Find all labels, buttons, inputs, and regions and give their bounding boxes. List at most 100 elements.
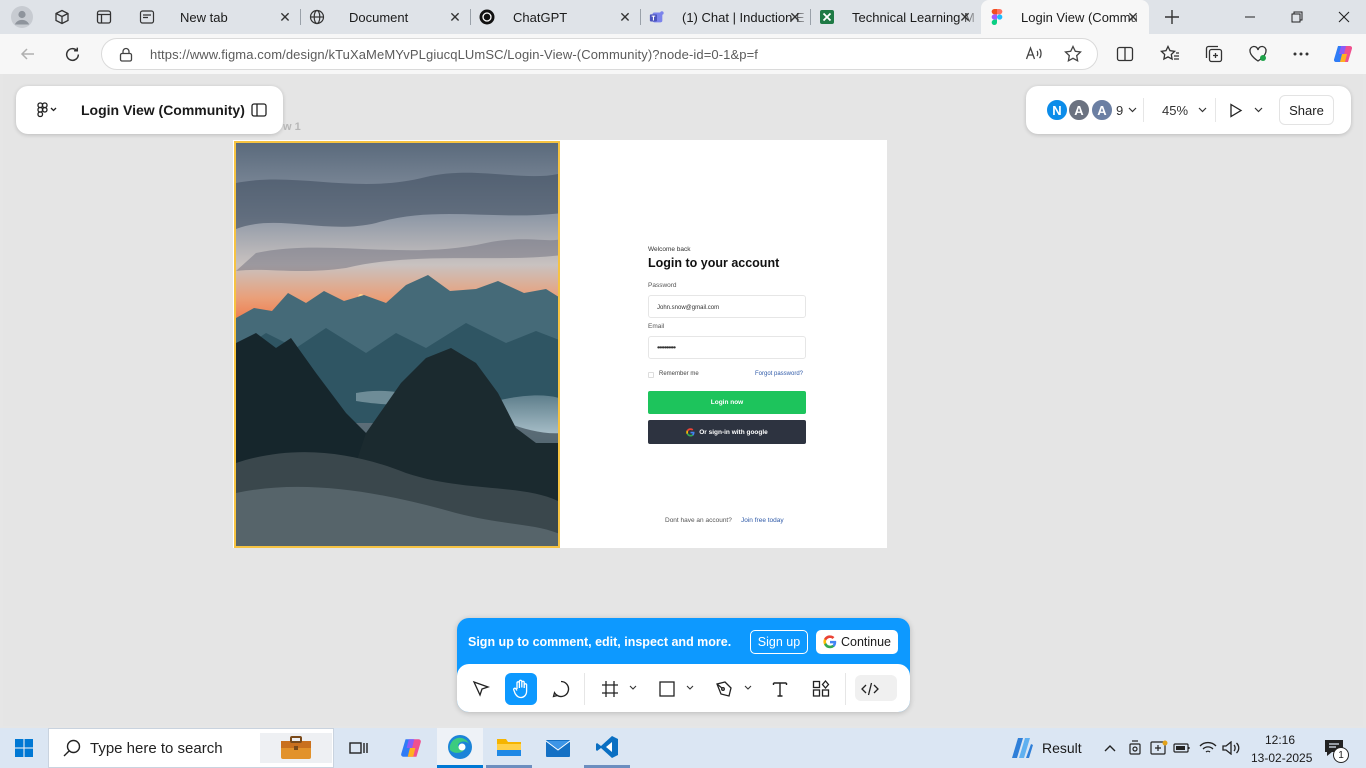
new-tab-plus-icon[interactable] — [1160, 6, 1184, 28]
avatar[interactable]: N — [1045, 98, 1069, 122]
tab-figma-active[interactable]: Login View (Commu ✕ — [981, 0, 1149, 34]
divider — [584, 673, 585, 705]
password-label: Password — [648, 282, 677, 289]
chevron-down-icon[interactable] — [1196, 104, 1208, 116]
tab-teams-chat[interactable]: (1) Chat | Induction E ✕ — [641, 0, 811, 34]
more-menu-icon[interactable] — [1290, 44, 1312, 64]
signup-button[interactable]: Sign up — [750, 630, 808, 654]
text-tool-icon[interactable] — [764, 673, 796, 705]
tab-document[interactable]: Document ✕ — [301, 0, 471, 34]
address-bar[interactable]: https://www.figma.com/design/kTuXaMeMYvP… — [101, 38, 1098, 70]
close-icon[interactable]: ✕ — [787, 9, 803, 25]
hand-tool-icon[interactable] — [505, 673, 537, 705]
chevron-down-icon[interactable] — [744, 685, 752, 690]
remember-label: Remember me — [659, 371, 699, 377]
weather-label[interactable]: Result — [1042, 740, 1082, 756]
meet-now-icon[interactable] — [1149, 728, 1169, 768]
favorite-star-icon[interactable] — [1063, 45, 1083, 63]
vscode-icon[interactable] — [584, 728, 630, 768]
back-icon[interactable] — [15, 43, 41, 65]
chevron-down-icon[interactable] — [1252, 104, 1264, 116]
chevron-down-icon[interactable] — [686, 685, 694, 690]
windows-start-icon[interactable] — [0, 728, 48, 768]
lock-icon[interactable] — [118, 46, 134, 62]
continue-google-button[interactable]: Continue — [816, 630, 898, 654]
workspaces-icon[interactable] — [50, 7, 74, 27]
search-icon — [63, 739, 81, 757]
banner-text: Sign up to comment, edit, inspect and mo… — [468, 635, 732, 649]
close-icon[interactable]: ✕ — [617, 9, 633, 25]
present-play-icon[interactable] — [1227, 101, 1245, 119]
sidebar-toggle-icon[interactable] — [249, 101, 269, 119]
divider — [845, 673, 846, 705]
frame-label[interactable]: w 1 — [283, 121, 301, 133]
restore-icon[interactable] — [1283, 7, 1311, 27]
resources-tool-icon[interactable] — [805, 673, 837, 705]
comment-tool-icon[interactable] — [545, 673, 577, 705]
task-view-icon[interactable] — [342, 728, 376, 768]
file-explorer-icon[interactable] — [486, 728, 532, 768]
tab-chatgpt[interactable]: ChatGPT ✕ — [471, 0, 641, 34]
figma-icon — [989, 9, 1005, 25]
window-close-icon[interactable] — [1330, 7, 1358, 27]
profile-icon[interactable] — [10, 6, 34, 28]
refresh-icon[interactable] — [59, 43, 85, 65]
google-icon — [823, 635, 837, 649]
tab-excel[interactable]: Technical Learning M ✕ — [811, 0, 981, 34]
split-screen-icon[interactable] — [1114, 44, 1136, 64]
copilot-taskbar-icon[interactable] — [393, 728, 429, 768]
chevron-down-icon[interactable] — [629, 685, 637, 690]
search-placeholder: Type here to search — [90, 739, 223, 757]
email-label: Email — [648, 323, 665, 330]
chevron-down-icon[interactable] — [1126, 104, 1138, 116]
device-icon[interactable] — [1126, 728, 1144, 768]
email-field[interactable]: •••••••••• — [648, 336, 806, 359]
no-account-text: Dont have an account? — [665, 517, 732, 524]
favorites-icon[interactable] — [1159, 44, 1181, 64]
wifi-icon[interactable] — [1197, 728, 1219, 768]
chatgpt-icon — [479, 9, 495, 25]
rectangle-tool-icon[interactable] — [651, 673, 683, 705]
url-text: https://www.figma.com/design/kTuXaMeMYvP… — [150, 47, 758, 62]
battery-icon[interactable] — [1172, 728, 1192, 768]
copilot-icon[interactable] — [1331, 42, 1355, 66]
tab-new-tab[interactable]: New tab ✕ — [131, 0, 301, 34]
zoom-level[interactable]: 45% — [1162, 103, 1188, 118]
mail-icon[interactable] — [535, 728, 581, 768]
password-field[interactable]: John.snow@gmail.com — [648, 295, 806, 318]
divider — [1143, 98, 1144, 122]
share-button[interactable]: Share — [1279, 95, 1334, 125]
browser-essentials-icon[interactable] — [1247, 44, 1269, 64]
close-icon[interactable]: ✕ — [447, 9, 463, 25]
briefcase-icon[interactable] — [279, 728, 313, 768]
login-now-button[interactable]: Login now — [648, 391, 806, 414]
viewer-count[interactable]: 9 — [1116, 103, 1123, 118]
dev-mode-code-icon[interactable] — [854, 673, 886, 705]
collections-icon[interactable] — [1203, 44, 1225, 64]
figma-main-menu-icon[interactable] — [33, 100, 63, 120]
avatar[interactable]: A — [1090, 98, 1114, 122]
vertical-tabs-icon[interactable] — [92, 7, 116, 27]
move-tool-icon[interactable] — [465, 673, 497, 705]
close-icon[interactable]: ✕ — [1125, 9, 1141, 25]
file-name[interactable]: Login View (Community) — [81, 102, 245, 118]
avatar[interactable]: A — [1067, 98, 1091, 122]
minimize-icon[interactable] — [1236, 7, 1264, 27]
welcome-text: Welcome back — [648, 246, 691, 253]
close-icon[interactable]: ✕ — [277, 9, 293, 25]
close-icon[interactable]: ✕ — [957, 9, 973, 25]
google-signin-button[interactable]: Or sign-in with google — [648, 420, 806, 444]
divider — [1215, 98, 1216, 122]
join-free-link[interactable]: Join free today — [741, 517, 784, 524]
clock-date[interactable]: 13-02-2025 — [1251, 751, 1312, 765]
volume-icon[interactable] — [1220, 728, 1242, 768]
clock-time[interactable]: 12:16 — [1265, 733, 1295, 747]
chevron-up-icon[interactable] — [1101, 728, 1119, 768]
remember-checkbox[interactable] — [648, 372, 654, 378]
weather-icon[interactable] — [1008, 728, 1036, 768]
read-aloud-icon[interactable] — [1024, 45, 1044, 63]
pen-tool-icon[interactable] — [708, 673, 740, 705]
frame-tool-icon[interactable] — [594, 673, 626, 705]
forgot-password-link[interactable]: Forgot password? — [755, 371, 803, 377]
edge-taskbar-icon[interactable] — [437, 728, 483, 768]
